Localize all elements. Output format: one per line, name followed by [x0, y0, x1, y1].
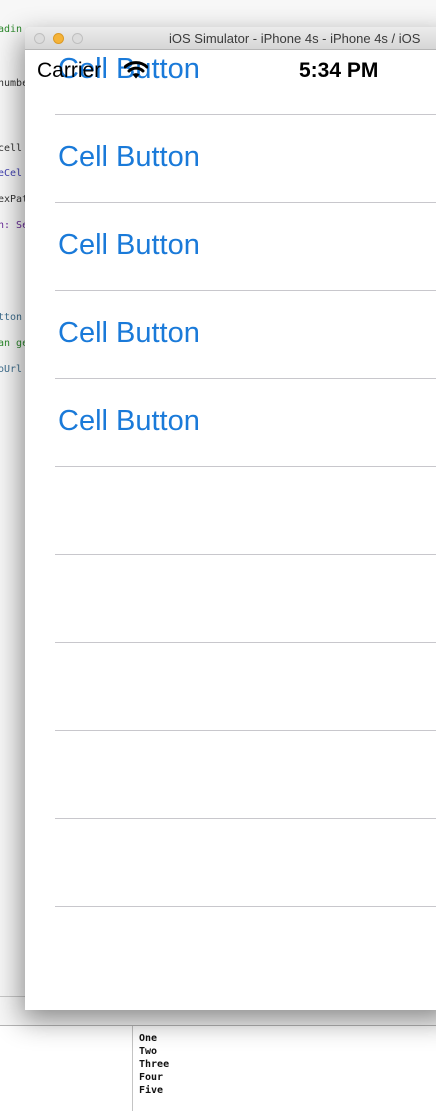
table-cell-empty [25, 731, 436, 819]
table-cell-empty [25, 643, 436, 731]
cell-button[interactable]: Cell Button [58, 317, 200, 350]
simulator-window: iOS Simulator - iPhone 4s - iPhone 4s / … [25, 27, 436, 1010]
table-cell-empty [25, 555, 436, 643]
debug-divider[interactable] [132, 1026, 133, 1111]
console-line: Three [139, 1059, 170, 1070]
wifi-icon [123, 61, 149, 84]
status-bar: Carrier 5:34 PM [25, 50, 436, 82]
console-line: Two [139, 1046, 158, 1057]
code-line: numbe [0, 78, 29, 89]
table-cell-empty [25, 467, 436, 555]
cell-button[interactable]: Cell Button [58, 229, 200, 262]
console-output[interactable]: One Two Three Four Five [139, 1032, 169, 1097]
table-cell[interactable]: Cell Button [25, 115, 436, 203]
code-line: cell [0, 143, 23, 154]
code-line: adin [0, 24, 23, 35]
status-time: 5:34 PM [299, 59, 379, 82]
console-line: Four [139, 1072, 164, 1083]
console-line: Five [139, 1085, 164, 1096]
table-view[interactable]: Cell Button Cell Button Cell Button Cell… [25, 50, 436, 1010]
table-cell[interactable]: Cell Button [25, 379, 436, 467]
table-cell[interactable]: Cell Button [25, 291, 436, 379]
carrier-label: Carrier [37, 59, 102, 82]
cell-separator [55, 906, 436, 907]
table-cell[interactable]: Cell Button [25, 203, 436, 291]
debug-area: One Two Three Four Five [0, 1025, 436, 1111]
code-line: tton [0, 312, 23, 323]
table-cell-empty [25, 819, 436, 907]
cell-button[interactable]: Cell Button [58, 405, 200, 438]
code-line: an ge [0, 338, 29, 349]
code-line: oUrl [0, 364, 23, 375]
code-line: n: Se [0, 220, 29, 231]
code-line: eCel [0, 168, 23, 179]
cell-button[interactable]: Cell Button [58, 141, 200, 174]
console-line: One [139, 1033, 158, 1044]
phone-screen: Cell Button Cell Button Cell Button Cell… [25, 50, 436, 1010]
code-line: exPat [0, 194, 29, 205]
